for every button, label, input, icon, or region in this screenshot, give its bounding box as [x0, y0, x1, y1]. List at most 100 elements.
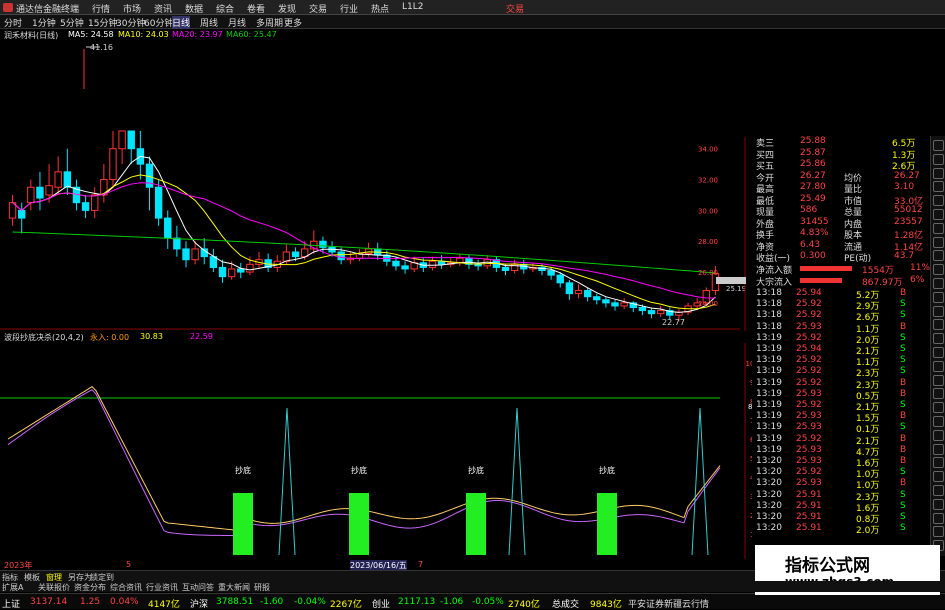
quote-value: 27.80 — [800, 182, 826, 192]
sidebar-tool-icon[interactable] — [933, 402, 944, 414]
tab2-0[interactable]: 扩展A — [2, 582, 23, 593]
sidebar-tool-icon[interactable] — [933, 236, 944, 248]
candle-body — [45, 185, 53, 196]
period-tab-3[interactable]: 15分钟 — [88, 16, 117, 29]
tick-time: 13:18 — [756, 310, 782, 321]
sidebar-tool-icon[interactable] — [933, 209, 944, 220]
tick-price: 25.91 — [796, 500, 822, 511]
menu-item-9[interactable]: 热点 — [371, 2, 389, 15]
period-tab-4[interactable]: 30分钟 — [116, 16, 145, 29]
sidebar-tool-icon[interactable] — [933, 264, 944, 276]
period-tab-2[interactable]: 5分钟 — [60, 16, 84, 29]
sidebar-tool-icon[interactable] — [933, 347, 944, 358]
tick-row: 13:19 25.93 0.5万 B — [752, 389, 930, 402]
tab2-1[interactable]: 关联报价 — [38, 582, 70, 593]
sidebar-tool-icon[interactable] — [933, 388, 944, 400]
candle-body — [565, 282, 574, 295]
sidebar-tool-icon[interactable] — [933, 291, 944, 303]
sidebar-tool-icon[interactable] — [933, 416, 944, 427]
sidebar-tool-icon[interactable] — [933, 360, 944, 372]
total-turnover-value: 9843亿 — [590, 600, 622, 610]
ma20-label: MA20: 23.97 — [172, 30, 223, 39]
tick-row: 13:19 25.93 0.1万 S — [752, 422, 930, 435]
price-tick: 26.00 — [698, 269, 718, 277]
signal-label-2: 抄底 — [468, 465, 484, 475]
indicator-name[interactable]: 波段抄底决杀(20,4,2) — [4, 332, 84, 343]
tick-row: 13:20 25.91 0.8万 S — [752, 512, 930, 525]
tick-price: 25.93 — [796, 456, 822, 466]
tick-row: 13:18 25.92 2.6万 S — [752, 310, 930, 323]
sidebar-tool-icon[interactable] — [933, 429, 944, 441]
tab2-5[interactable]: 互动问答 — [182, 582, 214, 593]
sidebar-tool-icon[interactable] — [933, 443, 944, 455]
candle-body — [556, 274, 564, 284]
sidebar-tool-icon[interactable] — [933, 181, 944, 193]
period-tab-0[interactable]: 分时 — [4, 16, 22, 29]
sidebar-tool-icon[interactable] — [933, 485, 944, 496]
period-tab-8[interactable]: 月线 — [228, 16, 246, 29]
tick-price: 25.92 — [796, 433, 822, 444]
period-tab-9[interactable]: 多周期 — [256, 16, 283, 29]
sidebar-tool-icon[interactable] — [933, 498, 944, 510]
candle-body — [602, 299, 610, 304]
sidebar-tool-icon[interactable] — [933, 167, 944, 179]
ma60-label: MA60: 25.47 — [226, 30, 277, 39]
sidebar-tool-icon[interactable] — [933, 526, 944, 538]
quote-row: 换手 4.83% 股本 1.28亿 — [752, 228, 930, 241]
period-tab-10[interactable]: 更多 — [284, 16, 302, 29]
hs-index-label[interactable]: 沪深 — [190, 597, 208, 610]
menu-item-5[interactable]: 卷看 — [247, 2, 265, 15]
tick-time: 13:19 — [756, 377, 782, 388]
indicator-chart[interactable]: 100.0090.0080.0070.0060.0050.0040.0030.0… — [0, 343, 752, 559]
sidebar-tool-icon[interactable] — [933, 195, 944, 207]
status-bar: 上证 3137.14 1.25 0.04% 4147亿 沪深 3788.51 -… — [0, 593, 945, 610]
candle-body — [182, 248, 190, 261]
sidebar-tool-icon[interactable] — [933, 250, 944, 262]
menu-item-4[interactable]: 综合 — [216, 2, 234, 15]
sidebar-tool-icon[interactable] — [933, 222, 944, 234]
sh-index-label[interactable]: 上证 — [2, 597, 20, 610]
candlestick-chart[interactable]: 41.1622.7725.1934.0032.0030.0028.0026.00… — [0, 41, 752, 331]
menu-item-1[interactable]: 市场 — [123, 2, 141, 15]
trade-button[interactable]: 交易 — [506, 2, 524, 15]
menu-item-10[interactable]: L1L2 — [402, 2, 423, 12]
tab2-3[interactable]: 综合资讯 — [110, 582, 142, 593]
sidebar-tool-icon[interactable] — [933, 333, 944, 345]
quote-row: 卖三 25.88 6.5万 — [752, 136, 930, 149]
period-tab-6[interactable]: 日线 — [172, 16, 191, 29]
cy-index-value: 2117.13 — [398, 597, 436, 607]
candle-body — [638, 307, 647, 312]
candle-body — [218, 266, 227, 278]
menu-item-7[interactable]: 交易 — [309, 2, 327, 15]
sidebar-tool-icon[interactable] — [933, 374, 944, 386]
tab2-2[interactable]: 资金分布 — [74, 582, 106, 593]
menu-item-8[interactable]: 行业 — [340, 2, 358, 15]
tab2-6[interactable]: 重大新闻 — [218, 582, 250, 593]
tick-time: 13:19 — [756, 366, 782, 377]
sidebar-tool-icon[interactable] — [933, 278, 944, 289]
menu-item-0[interactable]: 行情 — [92, 2, 110, 15]
menu-item-6[interactable]: 发现 — [278, 2, 296, 15]
tick-row: 13:19 25.92 2.1万 S — [752, 400, 930, 413]
period-tab-1[interactable]: 1分钟 — [32, 16, 56, 29]
menu-item-2[interactable]: 资讯 — [154, 2, 172, 15]
sidebar-tool-icon[interactable] — [933, 512, 944, 524]
tab2-7[interactable]: 研报 — [254, 582, 270, 593]
ma10-line — [12, 174, 716, 310]
period-tab-5[interactable]: 60分钟 — [144, 16, 173, 29]
quote-value-2: 55012 — [894, 205, 923, 215]
right-toolbar — [930, 136, 945, 556]
sh-index-value: 3137.14 — [30, 597, 68, 607]
sidebar-tool-icon[interactable] — [933, 140, 944, 151]
sidebar-tool-icon[interactable] — [933, 471, 944, 483]
flow-bar — [800, 266, 852, 271]
period-tab-7[interactable]: 周线 — [200, 16, 218, 29]
cy-index-label[interactable]: 创业 — [372, 597, 390, 610]
menu-item-3[interactable]: 数据 — [185, 2, 203, 15]
sidebar-tool-icon[interactable] — [933, 319, 944, 331]
price-tick: 24.00 — [698, 300, 718, 308]
sidebar-tool-icon[interactable] — [933, 305, 944, 317]
sidebar-tool-icon[interactable] — [933, 153, 944, 165]
sidebar-tool-icon[interactable] — [933, 457, 944, 469]
tab2-4[interactable]: 行业资讯 — [146, 582, 178, 593]
